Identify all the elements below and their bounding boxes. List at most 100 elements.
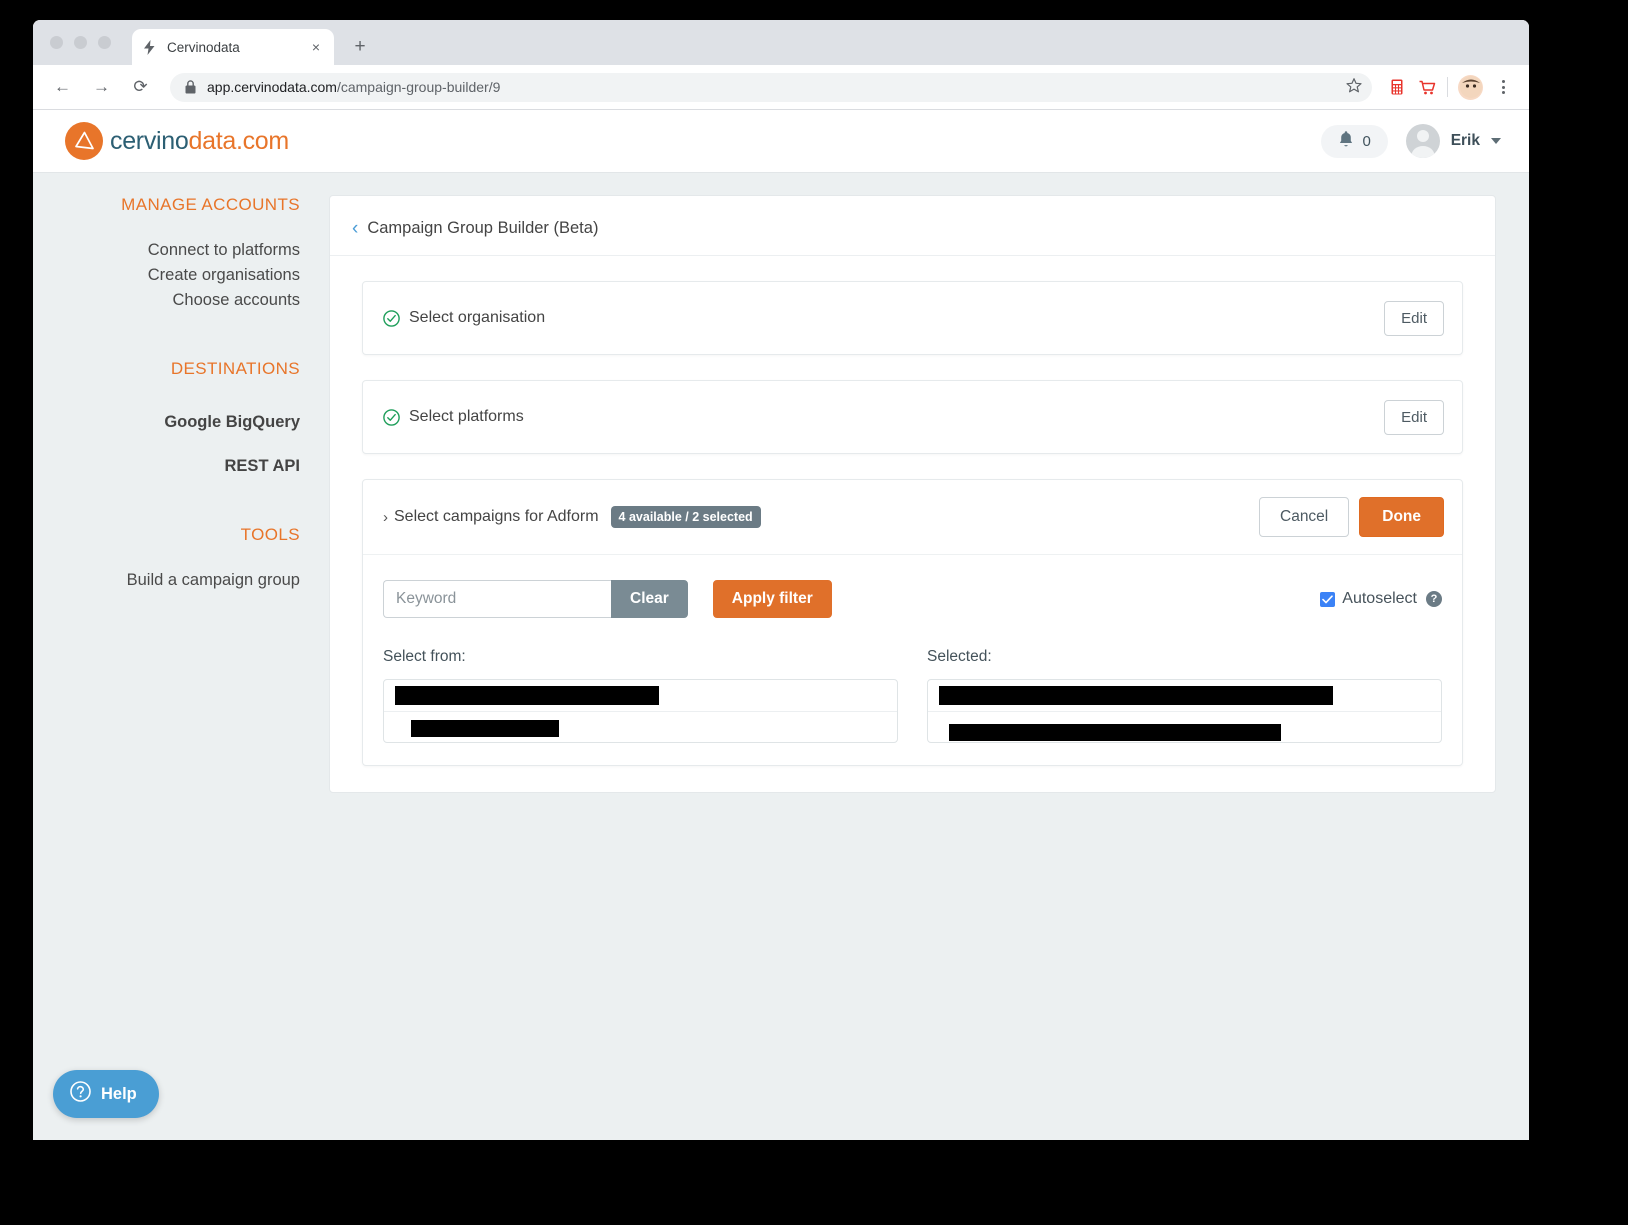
selected-column: Selected: — [927, 648, 1442, 743]
tab-title: Cervinodata — [167, 39, 240, 55]
browser-toolbar: ← → ⟳ app.cervinodata.com/campaign-group… — [33, 65, 1529, 110]
select-from-label: Select from: — [383, 648, 466, 665]
list-item[interactable] — [384, 712, 897, 742]
selected-list[interactable] — [927, 679, 1442, 743]
browser-window: Cervinodata × + ← → ⟳ app.cervinodata.co… — [33, 20, 1529, 1140]
calculator-icon[interactable] — [1384, 74, 1410, 100]
status-badge: 4 available / 2 selected — [610, 506, 761, 528]
sidebar-item-google-bigquery[interactable]: Google BigQuery — [33, 410, 300, 435]
page-content: MANAGE ACCOUNTS Connect to platforms Cre… — [33, 173, 1529, 793]
maximize-window-button[interactable] — [98, 36, 111, 49]
lock-icon — [185, 80, 196, 94]
list-item[interactable] — [928, 680, 1441, 712]
bell-icon — [1338, 130, 1354, 153]
step-label: Select organisation — [409, 309, 546, 326]
autoselect-control: Autoselect ? — [1320, 590, 1442, 608]
sidebar-item-create-organisations[interactable]: Create organisations — [33, 263, 300, 288]
back-chevron-icon[interactable]: ‹ — [352, 219, 358, 238]
apply-filter-button[interactable]: Apply filter — [712, 580, 832, 618]
logo-text: cervinodata.com — [110, 127, 289, 156]
page-title: Campaign Group Builder (Beta) — [367, 219, 599, 237]
list-item[interactable] — [928, 712, 1441, 742]
step-body: Clear Apply filter Autoselect ? — [363, 555, 1462, 743]
sidebar-heading-tools: TOOLS — [240, 525, 300, 544]
step-label: Select campaigns for Adform — [394, 508, 599, 525]
sidebar-group-destinations: DESTINATIONS Google BigQuery REST API — [33, 359, 300, 479]
step-card-select-platforms: Select platforms Edit — [362, 380, 1463, 454]
selected-label: Selected: — [927, 648, 992, 665]
minimize-window-button[interactable] — [74, 36, 87, 49]
sidebar-group-tools: TOOLS Build a campaign group — [33, 525, 300, 593]
new-tab-button[interactable]: + — [348, 34, 372, 58]
user-menu[interactable]: Erik — [1405, 124, 1501, 158]
help-button[interactable]: Help — [53, 1070, 159, 1118]
close-window-button[interactable] — [50, 36, 63, 49]
main-panel-header: ‹ Campaign Group Builder (Beta) — [330, 196, 1495, 256]
filter-row: Clear Apply filter Autoselect ? — [383, 580, 1442, 618]
browser-tabstrip: Cervinodata × + — [33, 20, 1529, 65]
step-header: › Select campaigns for Adform 4 availabl… — [363, 480, 1462, 555]
url-text: app.cervinodata.com/campaign-group-build… — [207, 79, 500, 95]
clear-button[interactable]: Clear — [611, 580, 688, 618]
bookmark-star-icon[interactable] — [1346, 78, 1362, 97]
main-panel: ‹ Campaign Group Builder (Beta) Select o… — [329, 195, 1496, 793]
avatar — [1405, 124, 1440, 158]
logo-text-part2: data.com — [188, 126, 290, 155]
notification-count: 0 — [1362, 132, 1371, 150]
check-circle-icon — [383, 309, 400, 327]
sidebar-item-connect-to-platforms[interactable]: Connect to platforms — [33, 238, 300, 263]
chevron-down-icon[interactable] — [1491, 138, 1501, 144]
shopping-cart-icon[interactable] — [1414, 74, 1440, 100]
done-button[interactable]: Done — [1359, 497, 1444, 537]
list-item[interactable] — [384, 680, 897, 712]
profile-avatar-icon[interactable] — [1458, 74, 1483, 100]
sidebar-heading-manage-accounts: MANAGE ACCOUNTS — [121, 195, 300, 214]
user-name: Erik — [1450, 132, 1480, 149]
lightning-icon — [141, 39, 158, 56]
page-viewport: cervinodata.com 0 Erik MANAGE ACCOUNTS C… — [33, 110, 1529, 1140]
close-tab-icon[interactable]: × — [307, 38, 325, 56]
back-icon[interactable]: ← — [47, 72, 78, 103]
help-circle-icon[interactable]: ? — [1426, 591, 1442, 607]
cervinodata-logo-icon — [65, 122, 103, 160]
sidebar-item-build-a-campaign-group[interactable]: Build a campaign group — [33, 568, 300, 593]
site-logo[interactable]: cervinodata.com — [65, 122, 289, 160]
select-from-column: Select from: — [383, 648, 898, 743]
browser-menu-icon[interactable] — [1491, 80, 1515, 94]
autoselect-label: Autoselect — [1342, 590, 1417, 607]
forward-icon[interactable]: → — [86, 72, 117, 103]
sidebar: MANAGE ACCOUNTS Connect to platforms Cre… — [33, 195, 300, 793]
edit-organisation-button[interactable]: Edit — [1384, 300, 1444, 336]
check-circle-icon — [383, 408, 400, 426]
step-card-select-organisation: Select organisation Edit — [362, 281, 1463, 355]
step-header[interactable]: Select organisation Edit — [363, 282, 1462, 354]
step-label: Select platforms — [409, 408, 524, 425]
keyword-input[interactable] — [383, 580, 611, 618]
question-circle-icon — [70, 1081, 91, 1107]
select-from-list[interactable] — [383, 679, 898, 743]
campaign-columns: Select from: Selected: — [383, 648, 1442, 743]
window-controls[interactable] — [50, 36, 111, 49]
address-bar[interactable]: app.cervinodata.com/campaign-group-build… — [170, 72, 1372, 102]
redacted-campaign-name — [411, 719, 559, 737]
sidebar-item-rest-api[interactable]: REST API — [33, 454, 300, 479]
app-header: cervinodata.com 0 Erik — [33, 110, 1529, 173]
cancel-button[interactable]: Cancel — [1259, 497, 1350, 537]
reload-icon[interactable]: ⟳ — [125, 72, 156, 103]
autoselect-checkbox[interactable] — [1320, 591, 1336, 607]
browser-tab[interactable]: Cervinodata × — [132, 29, 334, 65]
header-actions: 0 Erik — [1320, 124, 1501, 158]
steps-list: Select organisation Edit Select platform… — [330, 281, 1495, 766]
step-actions: Cancel Done — [1259, 497, 1444, 537]
chevron-right-icon[interactable]: › — [383, 509, 388, 526]
step-header[interactable]: Select platforms Edit — [363, 381, 1462, 453]
edit-platforms-button[interactable]: Edit — [1384, 399, 1444, 435]
redacted-campaign-name — [395, 686, 659, 705]
help-label: Help — [101, 1084, 137, 1103]
redacted-campaign-name — [939, 686, 1333, 705]
step-card-select-campaigns: › Select campaigns for Adform 4 availabl… — [362, 479, 1463, 766]
sidebar-item-choose-accounts[interactable]: Choose accounts — [33, 288, 301, 313]
notifications-button[interactable]: 0 — [1320, 124, 1388, 158]
sidebar-heading-destinations: DESTINATIONS — [170, 359, 300, 378]
url-path: /campaign-group-builder/9 — [336, 79, 501, 95]
